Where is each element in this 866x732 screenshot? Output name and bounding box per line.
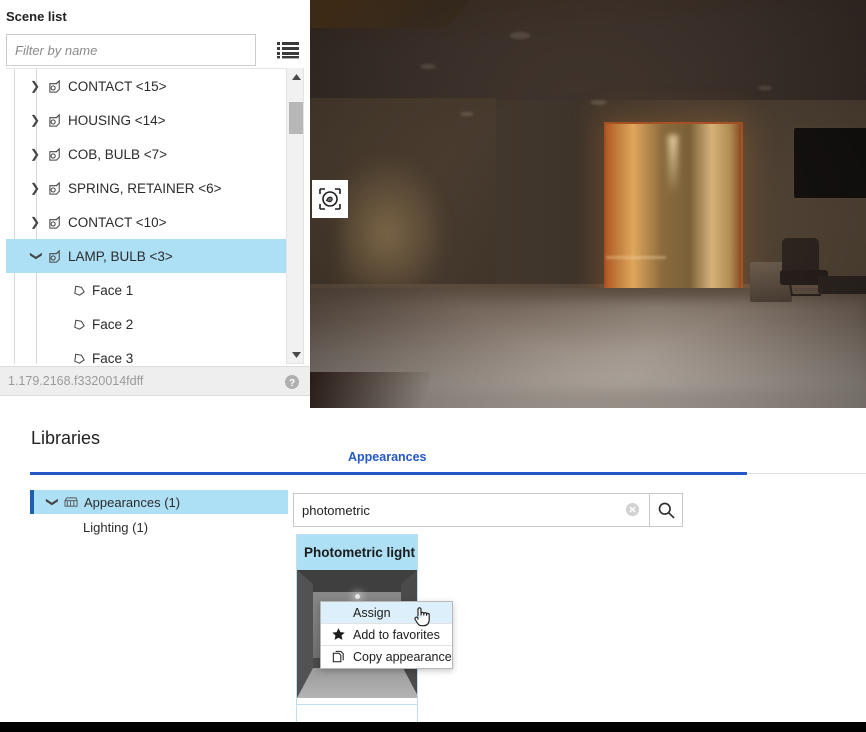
tree-item-label: CONTACT <15> — [66, 79, 167, 94]
viewport-door-highlight — [668, 135, 678, 195]
appearance-swatch-name: Photometric light — [297, 535, 417, 570]
tree-item-spring-retainer-6[interactable]: ❯ SPRING, RETAINER <6> — [6, 171, 304, 205]
chevron-down-icon[interactable]: ❮ — [28, 247, 42, 265]
scene-filter-input[interactable] — [6, 34, 256, 66]
tree-item-housing-14[interactable]: ❯ HOUSING <14> — [6, 103, 304, 137]
scene-list-panel: Scene list ❯ CONTACT <15> ❯ — [0, 0, 310, 400]
ceiling-light-1 — [510, 32, 530, 39]
search-icon — [657, 501, 676, 520]
library-item-label: Appearances (1) — [82, 495, 180, 510]
tree-item-face-2[interactable]: Face 2 — [6, 307, 304, 341]
appearance-search-input[interactable] — [293, 493, 651, 527]
version-text: 1.179.2168.f3320014fdff — [8, 374, 143, 388]
tree-item-face-1[interactable]: Face 1 — [6, 273, 304, 307]
tree-item-contact-15[interactable]: ❯ CONTACT <15> — [6, 69, 304, 103]
context-menu-item-assign[interactable]: Assign — [321, 602, 452, 624]
face-icon — [68, 351, 90, 365]
viewport-door-band — [606, 256, 666, 259]
library-item-lighting[interactable]: Lighting (1) — [30, 514, 288, 540]
tree-item-lamp-bulb-3[interactable]: ❮ LAMP, BULB <3> — [6, 239, 304, 273]
copy-icon — [325, 650, 351, 665]
libraries-panel: Libraries Appearances ❮ Appearances (1) … — [0, 408, 866, 732]
bottom-black-bar — [0, 722, 866, 732]
chevron-right-icon[interactable]: ❯ — [26, 113, 44, 127]
tree-item-label: SPRING, RETAINER <6> — [66, 181, 222, 196]
face-icon — [68, 317, 90, 332]
viewport-wall-tv — [794, 128, 866, 198]
scene-tree[interactable]: ❯ CONTACT <15> ❯ HOUSING <14> ❯ COB, BUL… — [6, 68, 304, 364]
list-view-button[interactable] — [274, 37, 302, 63]
tab-underline — [30, 472, 866, 474]
ceiling-light-4 — [460, 112, 474, 116]
chevron-right-icon[interactable]: ❯ — [26, 147, 44, 161]
face-icon — [68, 283, 90, 298]
tree-item-label: Face 2 — [90, 317, 133, 332]
svg-text:?: ? — [289, 378, 295, 389]
clear-search-button[interactable] — [625, 502, 640, 520]
library-item-appearances[interactable]: ❮ Appearances (1) — [30, 490, 288, 514]
scroll-down-arrow[interactable] — [287, 346, 305, 363]
tree-item-label: Face 1 — [90, 283, 133, 298]
chevron-right-icon[interactable]: ❯ — [26, 79, 44, 93]
tree-item-cob-bulb-7[interactable]: ❯ COB, BULB <7> — [6, 137, 304, 171]
ceiling-light-5 — [758, 86, 772, 90]
tree-item-label: COB, BULB <7> — [66, 147, 167, 162]
viewport-wall-glow — [340, 150, 450, 290]
list-view-icon — [277, 41, 299, 59]
context-menu-item-label: Copy appearance — [351, 650, 452, 664]
help-button[interactable]: ? — [284, 374, 300, 393]
tree-item-label: HOUSING <14> — [66, 113, 166, 128]
libraries-title: Libraries — [31, 428, 100, 449]
context-menu-item-add-to-favorites[interactable]: Add to favorites — [321, 624, 452, 646]
tab-appearances[interactable]: Appearances — [348, 450, 427, 464]
chevron-right-icon[interactable]: ❯ — [26, 181, 44, 195]
tree-item-contact-10[interactable]: ❯ CONTACT <10> — [6, 205, 304, 239]
search-button[interactable] — [649, 493, 683, 527]
viewport-ottoman — [818, 276, 866, 294]
body-icon — [44, 79, 66, 94]
scroll-up-arrow[interactable] — [287, 68, 305, 85]
selected-face-badge[interactable] — [312, 180, 348, 218]
scene-filter-row — [6, 34, 304, 66]
libraries-tree[interactable]: ❮ Appearances (1) Lighting (1) — [30, 490, 288, 540]
tree-item-label: LAMP, BULB <3> — [66, 249, 173, 264]
scene-tree-scrollbar[interactable] — [286, 68, 304, 364]
body-icon — [44, 113, 66, 128]
tab-strip-rule — [747, 473, 866, 474]
status-bar: 1.179.2168.f3320014fdff ? — [0, 366, 310, 396]
help-icon: ? — [284, 374, 300, 390]
library-item-label: Lighting (1) — [81, 520, 148, 535]
body-icon — [44, 249, 66, 264]
tree-item-label: CONTACT <10> — [66, 215, 167, 230]
star-icon — [325, 627, 351, 642]
ceiling-light-2 — [420, 64, 436, 69]
selected-face-badge-icon — [318, 187, 342, 211]
appearances-icon — [60, 496, 82, 509]
body-icon — [44, 147, 66, 162]
clear-icon — [625, 502, 640, 517]
body-icon — [44, 181, 66, 196]
appearance-context-menu[interactable]: Assign Add to favorites Copy appearance — [320, 601, 453, 669]
appearance-search-row — [293, 493, 683, 527]
context-menu-item-label: Assign — [351, 606, 391, 620]
chevron-down-icon[interactable]: ❮ — [44, 493, 58, 511]
ceiling-light-3 — [590, 100, 607, 105]
chevron-right-icon[interactable]: ❯ — [26, 215, 44, 229]
context-menu-item-copy-appearance[interactable]: Copy appearance — [321, 646, 452, 668]
3d-viewport[interactable] — [310, 0, 866, 427]
context-menu-item-label: Add to favorites — [351, 628, 440, 642]
tree-item-label: Face 3 — [90, 351, 133, 365]
tree-item-face-3[interactable]: Face 3 — [6, 341, 304, 364]
scene-list-title: Scene list — [6, 9, 67, 24]
scrollbar-thumb[interactable] — [289, 102, 303, 134]
tab-active-indicator — [30, 472, 747, 475]
body-icon — [44, 215, 66, 230]
